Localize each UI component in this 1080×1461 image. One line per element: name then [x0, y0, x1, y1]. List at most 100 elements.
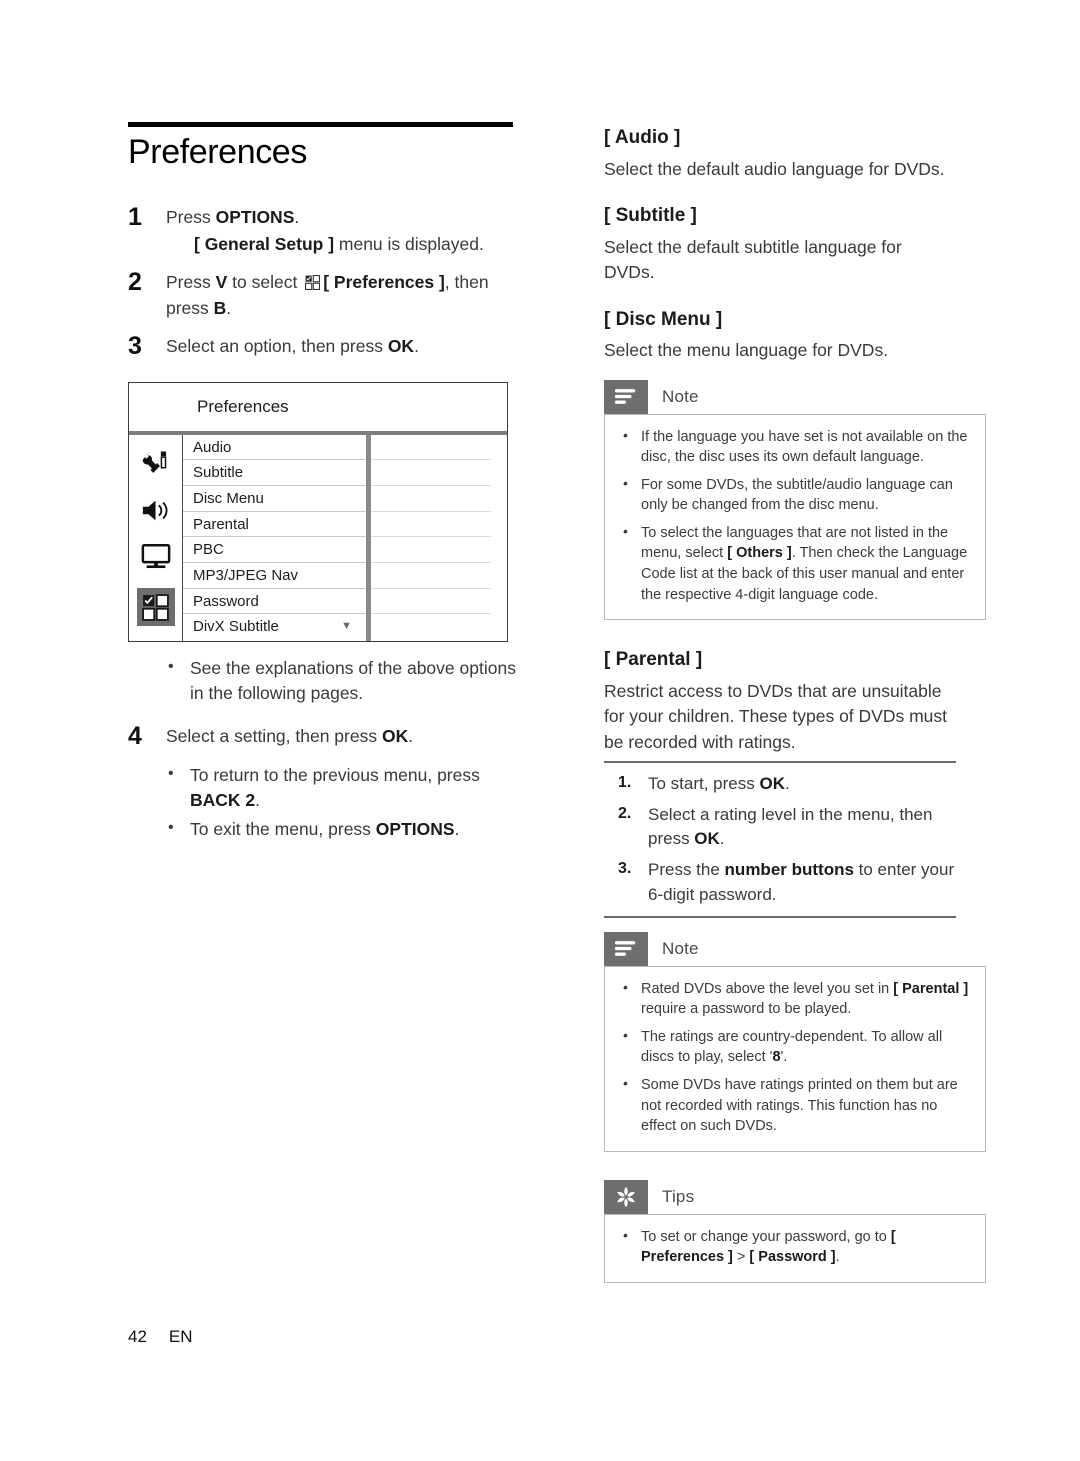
list-item: If the language you have set is not avai… [619, 426, 969, 468]
step-4-bold: OK [381, 726, 409, 747]
tips-callout: Tips To set or change your password, go … [604, 1179, 986, 1283]
screen-option-list: Audio Subtitle Disc Menu Parental PBC MP… [183, 434, 371, 641]
step-3: 3 Select an option, then press OK. [128, 332, 518, 360]
list-item: 3. Press the number buttons to enter your… [618, 858, 956, 906]
step-4: 4 Select a setting, then press OK. [128, 722, 518, 750]
note-text-bold: [ Parental ] [893, 980, 969, 997]
step-3-number: 3 [128, 332, 142, 361]
chevron-down-icon[interactable]: ▼ [341, 614, 352, 640]
audio-heading: [ Audio ] [604, 127, 681, 148]
tips-callout-body: To set or change your password, go to [ … [604, 1213, 986, 1283]
screen-row-label: Audio [193, 438, 232, 456]
note-text-cont: require a password to be played. [641, 1001, 852, 1018]
speaker-audio-icon[interactable] [139, 495, 173, 525]
screen-explanation-bullets: See the explanations of the above option… [128, 655, 518, 707]
parental-heading: [ Parental ] [604, 649, 703, 671]
screen-value-row [371, 614, 491, 640]
screen-header: Preferences [129, 383, 507, 435]
note-callout-1-header: Note [604, 379, 986, 414]
procedure-bold: OK [694, 829, 720, 849]
screen-value-row [371, 537, 491, 563]
screen-row[interactable]: Parental [183, 512, 366, 538]
procedure-bold: number buttons [724, 860, 854, 880]
screen-value-column [371, 435, 507, 641]
list-item: To select the languages that are not lis… [619, 522, 969, 605]
screen-row[interactable]: PBC [183, 537, 366, 563]
list-item: 1. To start, press OK. [618, 772, 956, 796]
screen-row[interactable]: DivX Subtitle ▼ [183, 614, 366, 640]
grid-preferences-icon[interactable] [136, 588, 175, 627]
bullet-after: . [454, 819, 460, 840]
tips-callout-title: Tips [662, 1186, 695, 1206]
screen-row-label: Subtitle [193, 464, 244, 482]
list-item: The ratings are country-dependent. To al… [619, 1026, 969, 1068]
note-lines-icon [604, 931, 648, 966]
monitor-video-icon[interactable] [139, 542, 173, 572]
list-item: See the explanations of the above option… [166, 655, 518, 707]
footer-page-number: 42 [128, 1327, 147, 1346]
screen-row[interactable]: MP3/JPEG Nav [183, 563, 366, 589]
tips-separator: > [732, 1249, 750, 1266]
procedure-rule-top [604, 761, 956, 763]
step-1-text: Press [166, 206, 216, 227]
screen-value-row [371, 435, 491, 461]
subtitle-body: Select the default subtitle language for… [604, 236, 902, 283]
screen-row[interactable]: Disc Menu [183, 486, 366, 512]
note-text-bold: 8 [772, 1049, 781, 1066]
step-1: 1 Press OPTIONS. [ General Setup ] menu … [128, 203, 518, 258]
list-item: Some DVDs have ratings printed on them b… [619, 1074, 969, 1137]
tools-settings-icon[interactable] [139, 449, 173, 479]
step-1-sub-after: menu is displayed. [334, 234, 484, 255]
bullet-bold: BACK 2 [190, 790, 256, 811]
step-1-subtext: [ General Setup ] menu is displayed. [166, 232, 518, 257]
screen-value-row [371, 512, 491, 538]
footer-language: EN [168, 1327, 193, 1346]
note-callout-1-body: If the language you have set is not avai… [604, 413, 986, 621]
step-4-bullets: To return to the previous menu, press BA… [128, 762, 518, 843]
list-item: For some DVDs, the subtitle/audio langua… [619, 474, 969, 516]
step-3-text-after: . [414, 336, 419, 357]
screen-row-label: Parental [193, 515, 249, 533]
disc-menu-body: Select the menu language for DVDs. [604, 340, 889, 361]
procedure-text: Select a rating level in the menu, then … [648, 805, 933, 849]
step-2-bold-2: [ Preferences ] [323, 272, 445, 293]
bullet-bold: OPTIONS [375, 819, 455, 840]
step-4-number: 4 [128, 722, 142, 751]
note-text: If the language you have set is not avai… [641, 428, 968, 466]
procedure-number: 2. [618, 805, 632, 823]
tips-text: To set or change your password, go to [641, 1228, 891, 1245]
screen-row[interactable]: Subtitle [183, 460, 366, 486]
bullet-after: . [255, 790, 261, 811]
preferences-screen-mock: Preferences Audio Subtitle Disc Menu Par… [128, 381, 508, 642]
screen-value-row [371, 589, 491, 615]
note-text-bold: [ Others ] [727, 545, 792, 562]
tips-period: . [835, 1249, 840, 1266]
procedure-after: . [719, 829, 725, 849]
tips-asterisk-icon [604, 1179, 648, 1214]
screen-row-label: Disc Menu [193, 489, 264, 507]
page-footer: 42 EN [128, 1327, 193, 1347]
note-callout-2-header: Note [604, 931, 986, 966]
screen-row[interactable]: Password [183, 589, 366, 615]
tips-callout-list: To set or change your password, go to [ … [619, 1226, 969, 1268]
left-column: Preferences 1 Press OPTIONS. [ General S… [128, 122, 518, 847]
screen-row[interactable]: Audio [183, 435, 366, 461]
screen-header-label: Preferences [197, 396, 289, 416]
right-column: [ Audio ] Select the default audio langu… [604, 126, 986, 1283]
note-text: Rated DVDs above the level you set in [641, 980, 894, 997]
screen-row-label: PBC [193, 541, 224, 559]
title-rule [128, 122, 513, 127]
step-4-text-after: . [408, 726, 414, 747]
manual-page: Preferences 1 Press OPTIONS. [ General S… [0, 0, 1080, 1461]
list-item: To set or change your password, go to [ … [619, 1226, 969, 1268]
procedure-bold: OK [759, 774, 785, 793]
step-2-bold: V [215, 272, 228, 293]
disc-menu-heading: [ Disc Menu ] [604, 308, 723, 330]
bullet-text: To return to the previous menu, press [190, 764, 480, 785]
note-callout-1-title: Note [662, 386, 699, 406]
audio-body: Select the default audio language for DV… [604, 158, 945, 179]
